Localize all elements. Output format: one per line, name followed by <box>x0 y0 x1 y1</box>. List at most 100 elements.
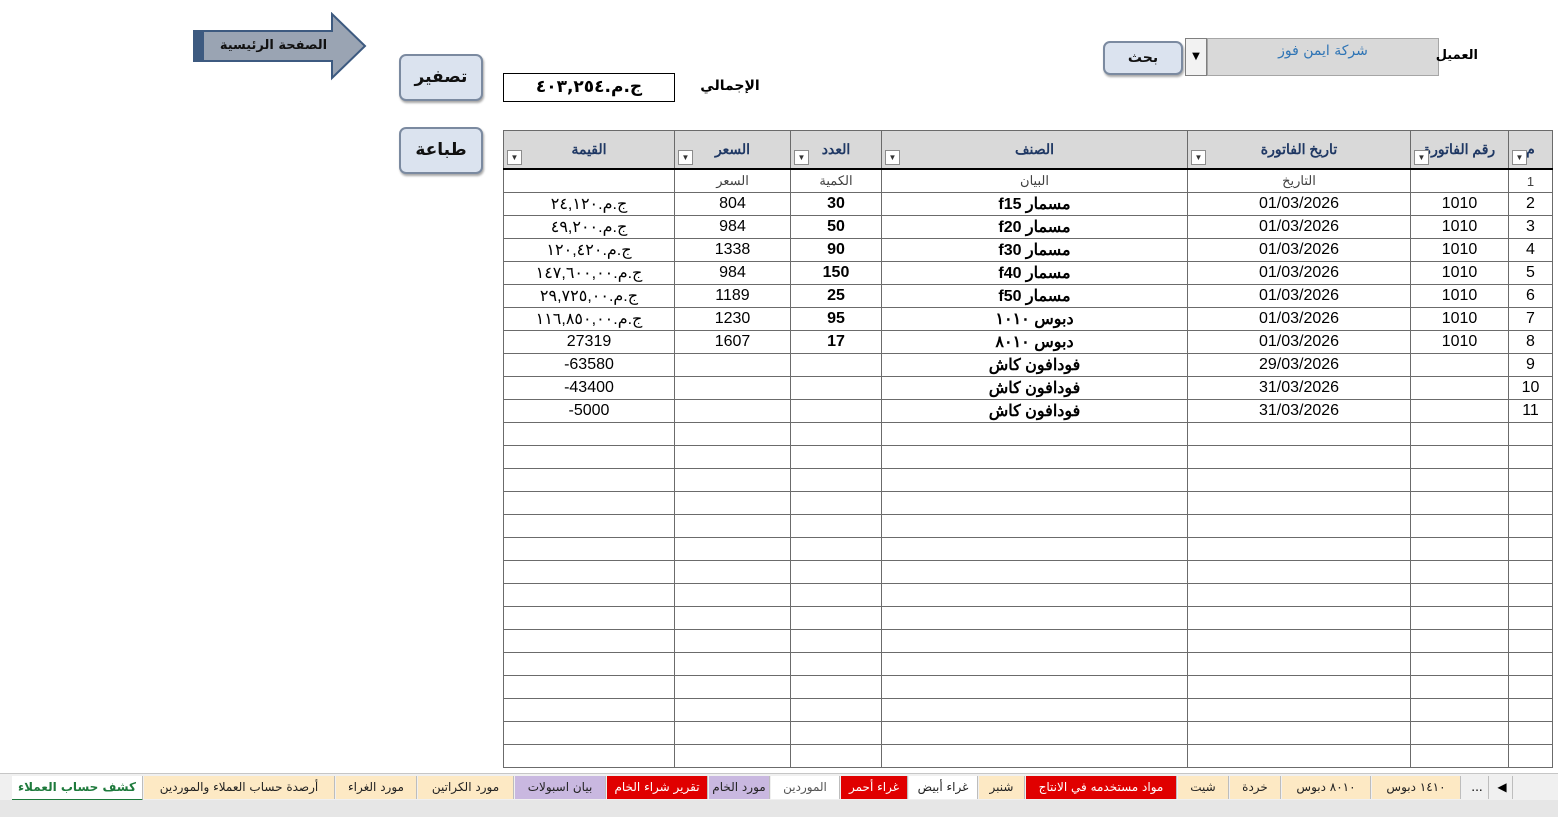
cell-qty[interactable]: الكمية <box>790 168 882 193</box>
empty-cell[interactable] <box>1508 468 1553 492</box>
sheet-tab[interactable]: ١٤١٠ دبوس <box>1372 776 1461 799</box>
empty-cell[interactable] <box>790 652 882 676</box>
empty-cell[interactable] <box>881 698 1188 722</box>
filter-dropdown-icon[interactable]: ▼ <box>1512 150 1527 165</box>
col-header-date[interactable]: ▼ تاريخ الفاتورة <box>1187 130 1411 170</box>
empty-cell[interactable] <box>881 652 1188 676</box>
cell-value[interactable]: -63580 <box>503 353 675 377</box>
empty-cell[interactable] <box>503 491 675 515</box>
cell-num[interactable]: 8 <box>1508 330 1553 354</box>
empty-cell[interactable] <box>1508 606 1553 630</box>
empty-cell[interactable] <box>881 675 1188 699</box>
empty-cell[interactable] <box>503 721 675 745</box>
sheet-tab[interactable]: شنبر <box>979 776 1025 799</box>
empty-cell[interactable] <box>1410 606 1509 630</box>
cell-invoice[interactable] <box>1410 376 1509 400</box>
cell-date[interactable]: 31/03/2026 <box>1187 399 1411 423</box>
empty-cell[interactable] <box>503 583 675 607</box>
cell-num[interactable]: 6 <box>1508 284 1553 308</box>
home-button-label[interactable]: الصفحة الرئيسية <box>206 33 341 59</box>
sheet-tab[interactable]: تقرير شراء الخام <box>607 776 708 799</box>
empty-cell[interactable] <box>1410 744 1509 768</box>
empty-cell[interactable] <box>881 491 1188 515</box>
sheet-tab[interactable]: مواد مستخدمه في الانتاج <box>1026 776 1177 799</box>
cell-num[interactable]: 9 <box>1508 353 1553 377</box>
empty-cell[interactable] <box>1187 445 1411 469</box>
cell-invoice[interactable]: 1010 <box>1410 238 1509 262</box>
empty-cell[interactable] <box>881 445 1188 469</box>
col-header-invoice[interactable]: ▼ رقم الفاتورة <box>1410 130 1509 170</box>
empty-cell[interactable] <box>1410 583 1509 607</box>
cell-item[interactable]: فودافون كاش <box>881 353 1188 377</box>
cell-price[interactable]: السعر <box>674 168 791 193</box>
empty-cell[interactable] <box>1508 744 1553 768</box>
cell-value[interactable]: -5000 <box>503 399 675 423</box>
empty-cell[interactable] <box>674 675 791 699</box>
empty-cell[interactable] <box>674 721 791 745</box>
cell-value[interactable] <box>503 168 675 193</box>
cell-price[interactable]: 1230 <box>674 307 791 331</box>
cell-num[interactable]: 2 <box>1508 192 1553 216</box>
empty-cell[interactable] <box>1187 491 1411 515</box>
empty-cell[interactable] <box>790 537 882 561</box>
col-header-value[interactable]: ▼ القيمة <box>503 130 675 170</box>
empty-cell[interactable] <box>1508 698 1553 722</box>
empty-cell[interactable] <box>1187 629 1411 653</box>
empty-cell[interactable] <box>790 422 882 446</box>
empty-cell[interactable] <box>1187 422 1411 446</box>
empty-cell[interactable] <box>790 583 882 607</box>
empty-cell[interactable] <box>881 468 1188 492</box>
cell-price[interactable]: 1607 <box>674 330 791 354</box>
sheet-tab[interactable]: الموردين <box>771 776 840 799</box>
empty-cell[interactable] <box>881 422 1188 446</box>
cell-invoice[interactable]: 1010 <box>1410 284 1509 308</box>
cell-value[interactable]: ج.م.٢٤,١٢٠ <box>503 192 675 216</box>
col-header-qty[interactable]: ▼ العدد <box>790 130 882 170</box>
empty-cell[interactable] <box>1410 652 1509 676</box>
cell-qty[interactable]: 50 <box>790 215 882 239</box>
empty-cell[interactable] <box>674 560 791 584</box>
empty-cell[interactable] <box>790 445 882 469</box>
empty-cell[interactable] <box>503 698 675 722</box>
sheet-tab[interactable]: مورد الكراتين <box>418 776 514 799</box>
empty-cell[interactable] <box>1508 583 1553 607</box>
empty-cell[interactable] <box>790 560 882 584</box>
empty-cell[interactable] <box>790 721 882 745</box>
cell-num[interactable]: 3 <box>1508 215 1553 239</box>
empty-cell[interactable] <box>1410 721 1509 745</box>
cell-item[interactable]: دبوس ٨٠١٠ <box>881 330 1188 354</box>
cell-item[interactable]: دبوس ١٠١٠ <box>881 307 1188 331</box>
cell-price[interactable] <box>674 399 791 423</box>
empty-cell[interactable] <box>503 514 675 538</box>
cell-price[interactable]: 984 <box>674 215 791 239</box>
sheet-tab[interactable]: أرصدة حساب العملاء والموردين <box>144 776 335 799</box>
empty-cell[interactable] <box>1410 514 1509 538</box>
cell-num[interactable]: 7 <box>1508 307 1553 331</box>
empty-cell[interactable] <box>503 675 675 699</box>
sheet-tab[interactable]: غراء أبيض <box>909 776 978 799</box>
empty-cell[interactable] <box>1508 537 1553 561</box>
empty-cell[interactable] <box>674 445 791 469</box>
cell-qty[interactable] <box>790 376 882 400</box>
cell-qty[interactable]: 17 <box>790 330 882 354</box>
empty-cell[interactable] <box>674 583 791 607</box>
empty-cell[interactable] <box>503 422 675 446</box>
cell-item[interactable]: مسمار f50 <box>881 284 1188 308</box>
cell-value[interactable]: ج.م.١١٦,٨٥٠,٠٠ <box>503 307 675 331</box>
empty-cell[interactable] <box>881 744 1188 768</box>
empty-cell[interactable] <box>790 491 882 515</box>
empty-cell[interactable] <box>674 698 791 722</box>
cell-invoice[interactable] <box>1410 399 1509 423</box>
cell-date[interactable]: 01/03/2026 <box>1187 192 1411 216</box>
cell-qty[interactable] <box>790 399 882 423</box>
empty-cell[interactable] <box>1508 721 1553 745</box>
empty-cell[interactable] <box>1187 583 1411 607</box>
empty-cell[interactable] <box>1508 629 1553 653</box>
cell-value[interactable]: 27319 <box>503 330 675 354</box>
empty-cell[interactable] <box>1508 514 1553 538</box>
cell-invoice[interactable] <box>1410 168 1509 193</box>
filter-dropdown-icon[interactable]: ▼ <box>885 150 900 165</box>
empty-cell[interactable] <box>674 629 791 653</box>
empty-cell[interactable] <box>1508 422 1553 446</box>
cell-item[interactable]: مسمار f30 <box>881 238 1188 262</box>
